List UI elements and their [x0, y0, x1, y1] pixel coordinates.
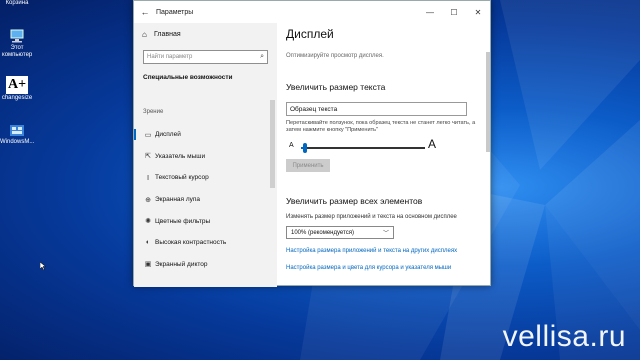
scale-label: Изменять размер приложений и текста на о…: [286, 214, 457, 220]
text-size-slider[interactable]: [301, 143, 425, 153]
sidebar-list: ▭ Дисплей ⇱ Указатель мыши Ⅰ Текстовый к…: [134, 124, 274, 275]
link-other-displays[interactable]: Настройка размера приложений и текста на…: [286, 248, 457, 254]
slider-thumb[interactable]: [302, 143, 307, 153]
sidebar-item-narrator[interactable]: ▣ Экранный диктор: [134, 254, 274, 276]
text-size-description: Перетаскивайте ползунок, пока образец те…: [286, 120, 476, 133]
sidebar-item-color-filters[interactable]: ✺ Цветные фильтры: [134, 210, 274, 232]
display-icon: ▭: [144, 131, 152, 139]
scale-dropdown[interactable]: 100% (рекомендуется) ﹀: [286, 226, 394, 239]
mouse-pointer-icon: ⇱: [145, 153, 151, 161]
sample-text-box: Образец текста: [286, 102, 467, 116]
sidebar-item-label: Дисплей: [155, 131, 181, 139]
sidebar-item-label: Экранный диктор: [155, 260, 208, 268]
apply-button[interactable]: Применить: [286, 159, 330, 172]
text-size-heading: Увеличить размер текста: [286, 82, 386, 92]
sidebar-item-mouse-pointer[interactable]: ⇱ Указатель мыши: [134, 146, 274, 168]
page-subtitle: Оптимизируйте просмотр дисплея.: [286, 53, 384, 59]
scale-heading: Увеличить размер всех элементов: [286, 196, 423, 206]
text-cursor-icon: Ⅰ: [146, 174, 150, 182]
chevron-down-icon: ﹀: [382, 231, 389, 237]
contrast-icon: ◐: [145, 239, 151, 247]
slider-max-label: A: [428, 137, 437, 151]
minimize-button[interactable]: —: [418, 1, 442, 23]
sidebar-home[interactable]: ⌂ Главная: [142, 30, 181, 39]
desktop-icon-changesize[interactable]: A+ changesize: [0, 76, 34, 102]
content-scrollbar[interactable]: [486, 52, 490, 152]
font-size-icon: A+: [6, 76, 28, 94]
sidebar-item-label: Экранная лупа: [155, 196, 201, 204]
sidebar-item-label: Указатель мыши: [155, 152, 206, 160]
sidebar-item-label: Высокая контрастность: [155, 239, 227, 247]
sidebar-section-title: Специальные возможности: [143, 74, 233, 81]
settings-sidebar: ⌂ Главная Найти параметр ⌕ Специальные в…: [134, 23, 277, 287]
desktop-icon-windowsm[interactable]: WindowsM...: [0, 122, 34, 146]
window-title: Параметры: [156, 8, 194, 16]
watermark: vellisa.ru: [502, 320, 626, 353]
sidebar-group-label: Зрение: [143, 109, 164, 115]
link-cursor-size-color[interactable]: Настройка размера и цвета для курсора и …: [286, 265, 451, 271]
narrator-icon: ▣: [144, 261, 152, 269]
app-icon: [10, 125, 24, 136]
sidebar-item-high-contrast[interactable]: ◐ Высокая контрастность: [134, 232, 274, 254]
sidebar-item-display[interactable]: ▭ Дисплей: [134, 124, 274, 146]
sidebar-scrollbar[interactable]: [270, 100, 275, 188]
sidebar-item-magnifier[interactable]: ⊕ Экранная лупа: [134, 189, 274, 211]
settings-window: ← Параметры — ☐ ✕ ⌂ Главная Найти параме…: [133, 0, 492, 287]
magnifier-icon: ⊕: [145, 196, 151, 204]
window-titlebar: ← Параметры — ☐ ✕: [134, 1, 490, 23]
desktop-icon-recycle-bin[interactable]: Корзина: [0, 0, 34, 7]
search-placeholder: Найти параметр: [147, 54, 193, 60]
settings-content: Дисплей Оптимизируйте просмотр дисплея. …: [277, 23, 492, 287]
desktop-icon-this-pc[interactable]: Этот компьютер: [0, 28, 34, 59]
computer-icon: [10, 29, 24, 43]
color-filters-icon: ✺: [145, 218, 151, 226]
home-icon: ⌂: [142, 30, 147, 39]
page-title: Дисплей: [286, 27, 334, 41]
desktop-icon-label: Корзина: [5, 0, 29, 6]
sidebar-item-label: Текстовый курсор: [155, 174, 209, 182]
desktop-icon-label: Этот компьютер: [2, 45, 33, 58]
search-icon: ⌕: [260, 53, 264, 60]
close-button[interactable]: ✕: [466, 1, 490, 23]
sidebar-home-label: Главная: [154, 31, 181, 38]
mouse-cursor-icon: [40, 262, 46, 270]
desktop-icon-label: changesize: [1, 95, 33, 101]
sidebar-item-label: Цветные фильтры: [155, 217, 211, 225]
maximize-button[interactable]: ☐: [442, 1, 466, 23]
search-input[interactable]: Найти параметр ⌕: [143, 50, 268, 64]
scale-dropdown-value: 100% (рекомендуется): [291, 229, 354, 236]
slider-min-label: A: [289, 142, 294, 149]
desktop-icon-label: WindowsM...: [0, 139, 35, 145]
back-arrow-icon[interactable]: ←: [134, 7, 156, 17]
sidebar-item-text-cursor[interactable]: Ⅰ Текстовый курсор: [134, 167, 274, 189]
